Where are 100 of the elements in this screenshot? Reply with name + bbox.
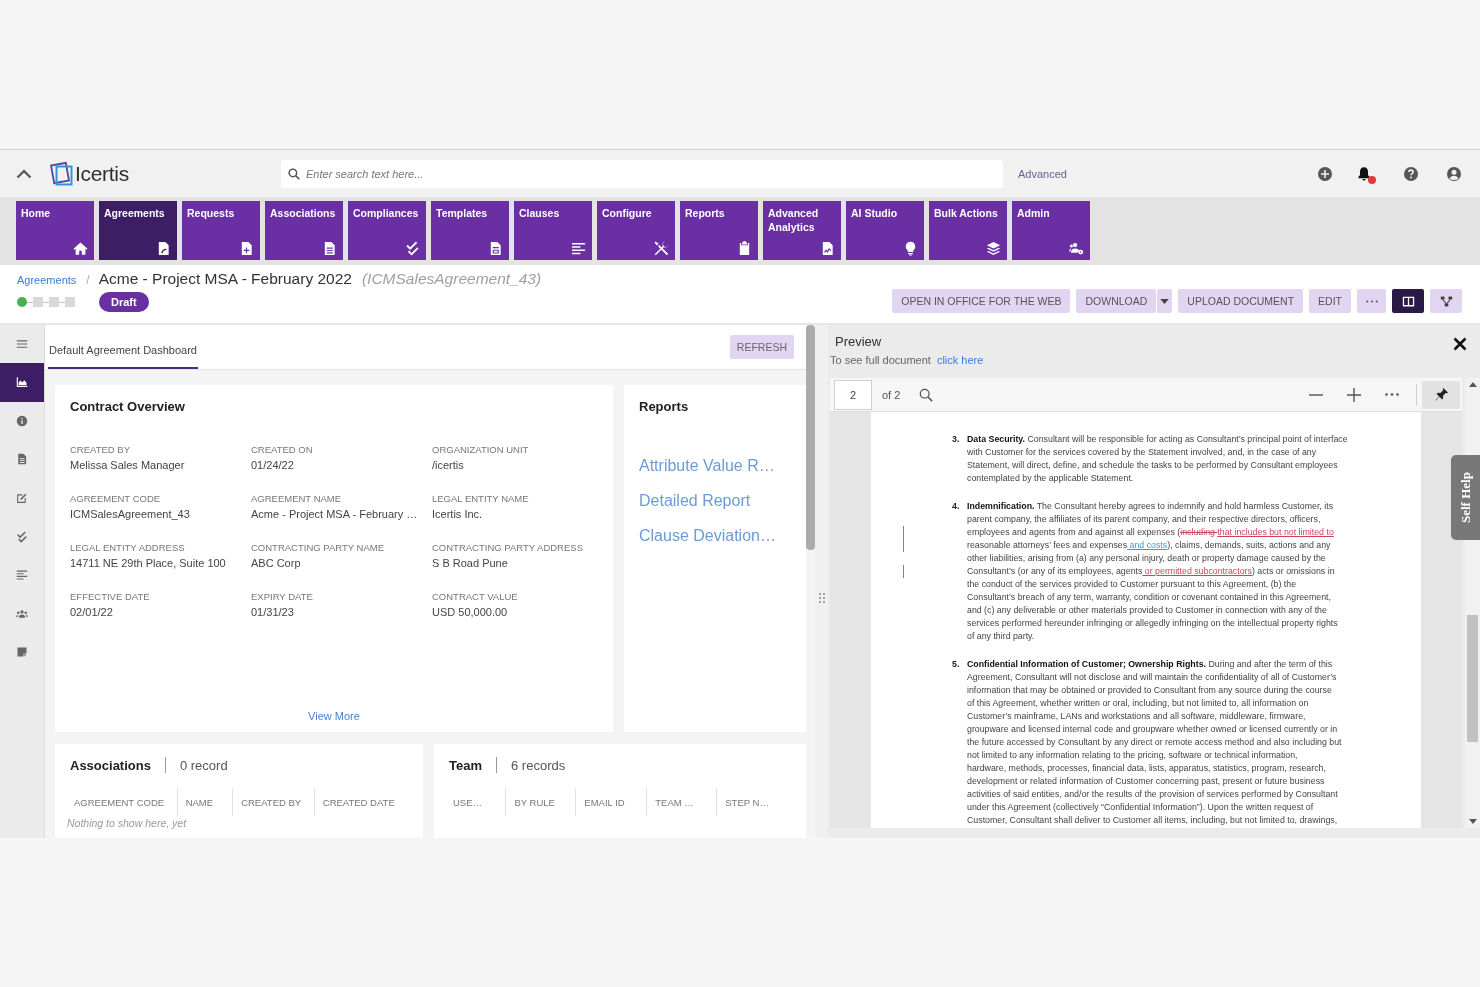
more-icon	[1365, 299, 1378, 303]
dashboard-tab[interactable]: Default Agreement Dashboard	[48, 325, 198, 369]
caret-down-icon	[1160, 298, 1170, 304]
field-value: 01/31/23	[251, 606, 294, 618]
scrollbar-thumb[interactable]	[806, 325, 815, 550]
field-value: Acme - Project MSA - February …	[251, 508, 418, 520]
agreement-title: Acme - Project MSA - February 2022	[98, 270, 352, 288]
field-label: CREATED ON	[251, 444, 313, 455]
refresh-button[interactable]: REFRESH	[729, 335, 794, 359]
view-toggle-button[interactable]	[1392, 289, 1424, 313]
layers-icon	[986, 241, 1001, 256]
zoom-out-icon[interactable]	[1309, 393, 1323, 396]
info-icon	[16, 414, 28, 427]
scrollbar-thumb[interactable]	[1467, 615, 1478, 742]
split-action-button[interactable]: DOWNLOAD	[1076, 289, 1157, 313]
field-label: CONTRACT VALUE	[432, 591, 518, 602]
users-icon	[16, 607, 28, 620]
columns-icon	[1401, 294, 1415, 308]
field-value: ICMSalesAgreement_43	[70, 508, 190, 520]
action-button[interactable]: OPEN IN OFFICE FOR THE WEB	[892, 289, 1071, 313]
column-header: BY RULE	[505, 788, 576, 816]
self-help-tab[interactable]: Self Help	[1451, 455, 1480, 540]
nav-tile[interactable]: Associations	[265, 201, 343, 260]
clipboard-icon	[737, 241, 752, 256]
view-toggle-button[interactable]	[1430, 289, 1462, 313]
field-label: AGREEMENT CODE	[70, 493, 161, 504]
action-button[interactable]: UPLOAD DOCUMENT	[1178, 289, 1304, 313]
search-icon[interactable]	[919, 387, 934, 402]
nav-tile[interactable]: Clauses	[514, 201, 592, 260]
pin-button[interactable]	[1422, 380, 1460, 409]
field-value: 14711 NE 29th Place, Suite 100	[70, 557, 226, 569]
field-value: Melissa Sales Manager	[70, 459, 185, 471]
field-value: ABC Corp	[251, 557, 301, 569]
caret-up-icon[interactable]	[1468, 382, 1477, 387]
hint-text: To see full document	[830, 354, 931, 366]
file-lines-icon	[322, 241, 337, 256]
field-value: /icertis	[432, 459, 464, 471]
nav-tile[interactable]: Home	[16, 201, 94, 260]
drag-handle-icon[interactable]	[818, 592, 825, 603]
text-lines-icon	[16, 569, 28, 582]
help-icon[interactable]	[1403, 165, 1419, 182]
chevron-up-icon[interactable]	[16, 168, 32, 179]
field-value: 01/24/22	[251, 459, 294, 471]
card-title: Reports	[639, 399, 689, 414]
full-document-link[interactable]: click here	[936, 354, 984, 366]
bell-icon[interactable]	[1356, 165, 1372, 182]
field-label: CREATED BY	[70, 444, 130, 455]
field-label: ORGANIZATION UNIT	[432, 444, 529, 455]
file-chart-icon	[820, 241, 835, 256]
nav-tile[interactable]: Templates	[431, 201, 509, 260]
nav-tile[interactable]: AI Studio	[846, 201, 924, 260]
page-number-field[interactable]: 2	[834, 379, 872, 410]
card-title: Team	[449, 757, 482, 773]
nav-tile[interactable]: Requests	[182, 201, 260, 260]
tools-icon	[654, 241, 669, 256]
note-icon	[16, 646, 28, 659]
zoom-in-icon[interactable]	[1347, 387, 1361, 402]
document-paragraph: 5. Confidential Information of Customer; Ownership Rights. During and after the term of this Agreement, Consultant will not disclose and will maintain the confidentiality of all of Customer’s information that may be obtained or provided to Consultant from any source during the course of this Agreement, whether written or oral, including, but not limited to, all information on Customer’s mainframe, LANs and workstations and all software, middleware, firmware, groupware and licensed internal code and groupware whether owned or licensed currently or in the future accessed by Consultant by any direct or remote access method and also including but not limited to any information relating to the pricing, software or technical information, hardware, methods, processes, financial data, lists, apparatus, statistics, program, research, development or related information of Customer concerning past, present or future business activities of said entities, and/or the results of the provision of services performed by Consultant under this Agreement (collectively “Confidential Information”). Upon the written request of Customer, Consultant shall deliver to Customer all items, including, but not limited to, drawings,	[952, 658, 1342, 827]
menu-icon[interactable]	[16, 338, 28, 350]
card-title: Contract Overview	[70, 399, 185, 414]
file-form-icon	[488, 241, 503, 256]
card-title: Associations	[70, 757, 151, 773]
breadcrumb-separator: /	[86, 273, 90, 287]
nav-tile[interactable]: Agreements	[99, 201, 177, 260]
nav-tile[interactable]: Bulk Actions	[929, 201, 1007, 260]
more-icon[interactable]	[1385, 393, 1399, 396]
users-gear-icon	[1069, 241, 1084, 256]
breadcrumb-link[interactable]: Agreements	[17, 274, 77, 286]
field-label: LEGAL ENTITY ADDRESS	[70, 542, 185, 553]
sidebar-tab[interactable]	[0, 363, 44, 402]
dropdown-button[interactable]	[1157, 289, 1173, 313]
user-avatar-icon[interactable]	[1446, 165, 1462, 182]
hierarchy-icon	[1439, 294, 1453, 308]
nav-tile[interactable]: Admin	[1012, 201, 1090, 260]
panel-title: Preview	[835, 334, 882, 350]
page-count: of 2	[882, 388, 901, 401]
pin-icon	[1433, 387, 1449, 402]
file-plus-icon	[239, 241, 254, 256]
document-paragraph: 3. Data Security. Consultant will be responsible for acting as Consultant’s principal point of interface with Customer for the services covered by the Statement involved, and, in the case of any Statement, will direct, define, and schedule the tasks to be performed by Consultant employees contemplated by the applicable Statement.	[952, 433, 1348, 485]
home-icon	[73, 241, 88, 256]
close-icon[interactable]	[1453, 337, 1467, 351]
caret-down-icon[interactable]	[1468, 819, 1477, 824]
nav-tile[interactable]: Configure	[597, 201, 675, 260]
file-icon	[156, 241, 171, 256]
action-button[interactable]: EDIT	[1309, 289, 1351, 313]
field-label: CONTRACTING PARTY NAME	[251, 542, 384, 553]
nav-tile[interactable]: Advanced Analytics	[763, 201, 841, 260]
column-header: CREATED BY	[232, 788, 314, 816]
view-more-link[interactable]: View More	[308, 710, 360, 722]
nav-tile[interactable]: Compliances	[348, 201, 426, 260]
field-value: Icertis Inc.	[432, 508, 483, 520]
agreement-code: (ICMSalesAgreement_43)	[361, 270, 542, 288]
field-label: EXPIRY DATE	[251, 591, 313, 602]
field-value: USD 50,000.00	[432, 606, 508, 618]
advanced-search-link[interactable]: Advanced	[1018, 167, 1067, 180]
nav-tile[interactable]: Reports	[680, 201, 758, 260]
search-icon	[288, 167, 300, 180]
logo-text: Icertis	[75, 161, 129, 186]
search-field[interactable]: Enter search text here...	[281, 159, 1003, 188]
lightbulb-icon	[903, 241, 918, 256]
